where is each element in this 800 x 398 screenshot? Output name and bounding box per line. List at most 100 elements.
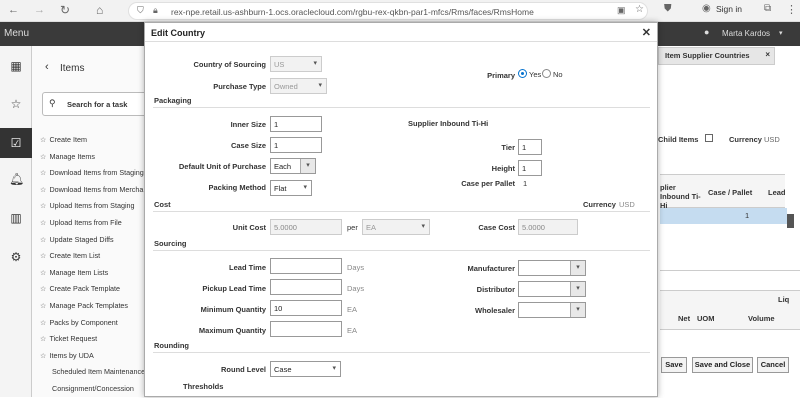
primary-no-label: No (553, 70, 563, 79)
manufacturer-select[interactable]: ▾ (518, 260, 586, 276)
task-item[interactable]: ☆ Manage Pack Templates (40, 301, 128, 310)
packing-method-select[interactable]: Flat ▾ (270, 180, 312, 196)
favorite-star-icon[interactable]: ☆ (40, 268, 46, 277)
back-chevron-icon[interactable]: ‹ (45, 61, 49, 73)
task-item-label: Manage Pack Templates (49, 301, 129, 310)
per-label: per (347, 223, 358, 232)
favorite-star-icon[interactable]: ☆ (40, 185, 46, 194)
round-level-value: Case (274, 365, 292, 374)
chevron-down-icon[interactable]: ▾ (570, 282, 585, 296)
favorites-star-icon[interactable]: ☆ (9, 97, 23, 111)
primary-no-radio[interactable] (542, 69, 551, 78)
tab-item-supplier-countries[interactable]: Item Supplier Countries × (658, 47, 775, 65)
forward-icon[interactable]: → (34, 4, 45, 16)
favorite-star-icon[interactable]: ☆ (40, 218, 46, 227)
chevron-down-icon[interactable]: ▾ (779, 29, 783, 37)
task-item[interactable]: ☆ Create Item (40, 135, 87, 144)
task-item[interactable]: ☆ Packs by Component (40, 318, 118, 327)
lead-time-input[interactable] (270, 258, 342, 274)
task-item[interactable]: ☆ Download Items from Staging (40, 168, 144, 177)
child-items-checkbox[interactable] (705, 134, 713, 142)
task-item[interactable]: ☆ Ticket Request (40, 334, 97, 343)
tihi-title: Supplier Inbound Ti-Hi (408, 119, 489, 128)
inner-size-input[interactable]: 1 (270, 116, 322, 132)
favorite-star-icon[interactable]: ☆ (40, 152, 46, 161)
menu-button[interactable]: Menu (4, 28, 29, 39)
task-item[interactable]: ☆ Manage Item Lists (40, 268, 108, 277)
favorite-star-icon[interactable]: ☆ (40, 201, 46, 210)
cancel-button[interactable]: Cancel (757, 357, 789, 373)
back-icon[interactable]: ← (8, 4, 19, 16)
default-uop-select[interactable]: Each ▾ (270, 158, 316, 174)
overflow-menu-icon[interactable]: ⋮ (786, 3, 797, 16)
task-item[interactable]: ☆ Upload Items from File (40, 218, 122, 227)
favorite-star-icon[interactable]: ☆ (40, 284, 46, 293)
favorite-star-icon[interactable]: ☆ (40, 135, 46, 144)
scrollbar-thumb[interactable] (787, 214, 794, 228)
unit-cost-input[interactable]: 5.0000 (270, 219, 342, 235)
task-item[interactable]: ☆ Manage Items (40, 152, 95, 161)
task-item[interactable]: ☆ Create Pack Template (40, 284, 120, 293)
case-cost-input[interactable]: 5.0000 (518, 219, 578, 235)
pocket-icon[interactable]: ⛊ (664, 3, 672, 14)
case-size-input[interactable]: 1 (270, 137, 322, 153)
min-qty-input[interactable]: 10 (270, 300, 342, 316)
close-icon[interactable]: ✕ (642, 26, 651, 39)
home-icon[interactable]: ⌂ (96, 3, 103, 17)
task-item[interactable]: ☆ Download Items from Mercha (40, 185, 143, 194)
extensions-icon[interactable]: ⧉ (764, 3, 771, 14)
account-icon[interactable]: ◉ (702, 3, 711, 14)
col-inbound-header: plier Inbound Ti-Hi (660, 183, 701, 210)
favorite-star-icon[interactable]: ☆ (40, 168, 46, 177)
bookmark-star-icon[interactable]: ☆ (635, 4, 644, 15)
address-bar[interactable]: ⛉ 🔒︎ rex-npe.retail.us-ashburn-1.ocs.ora… (128, 2, 648, 20)
chevron-down-icon: ▾ (318, 82, 322, 89)
task-item[interactable]: Scheduled Item Maintenance (52, 367, 145, 376)
reload-icon[interactable]: ↻ (60, 3, 70, 17)
reader-mode-icon[interactable]: ▣ (617, 5, 626, 16)
task-item[interactable]: ☆ Items by UDA (40, 351, 94, 360)
task-item[interactable]: ☆ Create Item List (40, 251, 100, 260)
reports-chart-icon[interactable]: ▥ (9, 211, 23, 225)
chevron-down-icon[interactable]: ▾ (570, 261, 585, 275)
favorite-star-icon[interactable]: ☆ (40, 334, 46, 343)
primary-yes-radio[interactable] (518, 69, 527, 78)
user-menu[interactable]: Marta Kardos (722, 29, 770, 38)
close-tab-icon[interactable]: × (765, 50, 770, 59)
pickup-lead-time-input[interactable] (270, 279, 342, 295)
max-qty-label: Maximum Quantity (198, 326, 266, 335)
grid-icon[interactable]: ▦ (9, 59, 23, 73)
task-item[interactable]: ☆ Upload Items from Staging (40, 201, 135, 210)
tier-input[interactable]: 1 (518, 139, 542, 155)
divider (153, 107, 650, 108)
chevron-down-icon[interactable]: ▾ (300, 159, 315, 173)
wholesaler-label: Wholesaler (474, 306, 515, 315)
col-case-pallet-header: Case / Pallet (708, 188, 753, 197)
task-item[interactable]: Consignment/Concession (52, 384, 134, 393)
favorite-star-icon[interactable]: ☆ (40, 351, 46, 360)
unit-cost-label: Unit Cost (232, 223, 266, 232)
max-qty-input[interactable] (270, 321, 342, 337)
wholesaler-select[interactable]: ▾ (518, 302, 586, 318)
primary-label: Primary (487, 71, 515, 80)
save-and-close-button[interactable]: Save and Close (692, 357, 753, 373)
favorite-star-icon[interactable]: ☆ (40, 301, 46, 310)
favorite-star-icon[interactable]: ☆ (40, 318, 46, 327)
chevron-down-icon[interactable]: ▾ (570, 303, 585, 317)
tasks-icon[interactable]: ☑ (0, 128, 32, 158)
height-input[interactable]: 1 (518, 160, 542, 176)
settings-gear-icon[interactable]: ⚙ (9, 250, 23, 264)
task-item-label: Download Items from Staging (49, 168, 144, 178)
lock-icon[interactable]: 🔒︎ (153, 5, 158, 16)
table-row-selected[interactable]: 1 (660, 208, 787, 224)
bottom-table-header: Liq Net UOM Volume (660, 290, 800, 330)
round-level-select[interactable]: Case ▾ (270, 361, 341, 377)
notification-bell-icon[interactable]: 🔔︎ (9, 172, 24, 186)
distributor-select[interactable]: ▾ (518, 281, 586, 297)
save-button[interactable]: Save (661, 357, 687, 373)
favorite-star-icon[interactable]: ☆ (40, 251, 46, 260)
pickup-lead-time-unit: Days (347, 284, 365, 293)
task-item[interactable]: ☆ Update Staged Diffs (40, 235, 114, 244)
favorite-star-icon[interactable]: ☆ (40, 235, 46, 244)
sign-in-link[interactable]: Sign in (716, 4, 742, 14)
